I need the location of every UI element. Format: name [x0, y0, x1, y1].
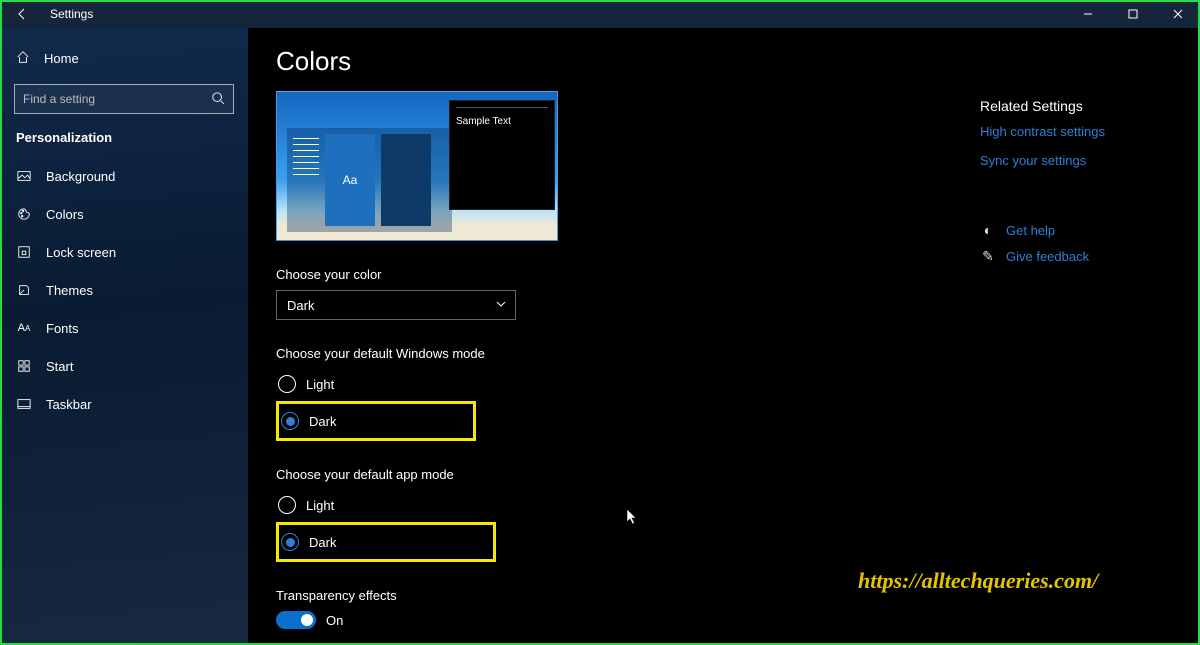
sidebar-item-label: Fonts	[46, 321, 79, 336]
radio-icon	[281, 533, 299, 551]
related-settings-heading: Related Settings	[980, 98, 1160, 114]
main-content: Colors Aa Sample Text Choose your color …	[248, 28, 1200, 645]
right-column: Related Settings High contrast settings …	[980, 98, 1160, 264]
windows-mode-dark[interactable]: Dark	[279, 406, 473, 436]
search-icon	[211, 91, 225, 108]
app-mode-light[interactable]: Light	[276, 490, 1172, 520]
search-box[interactable]	[14, 84, 234, 114]
feedback-icon: ✎	[980, 248, 996, 264]
sidebar-item-label: Taskbar	[46, 397, 92, 412]
radio-label: Dark	[309, 414, 336, 429]
back-button[interactable]	[10, 2, 34, 26]
home-nav[interactable]: Home	[0, 38, 248, 78]
sidebar-item-taskbar[interactable]: Taskbar	[0, 385, 248, 423]
sync-settings-link[interactable]: Sync your settings	[980, 153, 1160, 168]
windows-mode-label: Choose your default Windows mode	[276, 346, 1172, 361]
get-help-link[interactable]: ◐ Get help	[980, 222, 1160, 238]
home-icon	[16, 50, 30, 67]
transparency-toggle[interactable]	[276, 611, 316, 629]
transparency-state: On	[326, 613, 343, 628]
search-input[interactable]	[23, 92, 211, 106]
fonts-icon: AA	[16, 320, 32, 336]
give-feedback-label: Give feedback	[1006, 249, 1089, 264]
sidebar: Home Personalization Background Colors L…	[0, 28, 248, 645]
palette-icon	[16, 206, 32, 222]
highlight-box: Dark	[276, 522, 496, 562]
home-label: Home	[44, 51, 79, 66]
sidebar-item-start[interactable]: Start	[0, 347, 248, 385]
sidebar-item-label: Background	[46, 169, 115, 184]
title-bar: Settings	[0, 0, 1200, 28]
sidebar-item-background[interactable]: Background	[0, 157, 248, 195]
watermark-url: https://alltechqueries.com/	[858, 568, 1098, 594]
themes-icon	[16, 282, 32, 298]
minimize-button[interactable]	[1065, 0, 1110, 28]
radio-icon	[281, 412, 299, 430]
sidebar-item-fonts[interactable]: AA Fonts	[0, 309, 248, 347]
radio-label: Light	[306, 498, 334, 513]
preview-tile: Aa	[325, 134, 375, 226]
chevron-down-icon	[495, 298, 507, 313]
taskbar-icon	[16, 396, 32, 412]
choose-color-value: Dark	[287, 298, 314, 313]
app-mode-label: Choose your default app mode	[276, 467, 1172, 482]
highlight-box: Dark	[276, 401, 476, 441]
sidebar-item-label: Lock screen	[46, 245, 116, 260]
get-help-label: Get help	[1006, 223, 1055, 238]
color-preview: Aa Sample Text	[276, 91, 558, 241]
sidebar-item-label: Themes	[46, 283, 93, 298]
preview-window-text: Sample Text	[456, 116, 548, 127]
close-button[interactable]	[1155, 0, 1200, 28]
sidebar-item-lockscreen[interactable]: Lock screen	[0, 233, 248, 271]
sidebar-item-label: Colors	[46, 207, 84, 222]
app-mode-dark[interactable]: Dark	[279, 527, 493, 557]
sidebar-item-colors[interactable]: Colors	[0, 195, 248, 233]
sidebar-item-label: Start	[46, 359, 73, 374]
start-icon	[16, 358, 32, 374]
image-icon	[16, 168, 32, 184]
give-feedback-link[interactable]: ✎ Give feedback	[980, 248, 1160, 264]
window-title: Settings	[50, 7, 93, 21]
radio-label: Dark	[309, 535, 336, 550]
radio-label: Light	[306, 377, 334, 392]
maximize-button[interactable]	[1110, 0, 1155, 28]
choose-color-label: Choose your color	[276, 267, 1172, 282]
radio-icon	[278, 375, 296, 393]
windows-mode-light[interactable]: Light	[276, 369, 1172, 399]
high-contrast-link[interactable]: High contrast settings	[980, 124, 1160, 139]
radio-icon	[278, 496, 296, 514]
choose-color-select[interactable]: Dark	[276, 290, 516, 320]
lockscreen-icon	[16, 244, 32, 260]
category-heading: Personalization	[0, 124, 248, 157]
page-title: Colors	[276, 46, 1172, 77]
help-icon: ◐	[980, 222, 996, 238]
sidebar-item-themes[interactable]: Themes	[0, 271, 248, 309]
